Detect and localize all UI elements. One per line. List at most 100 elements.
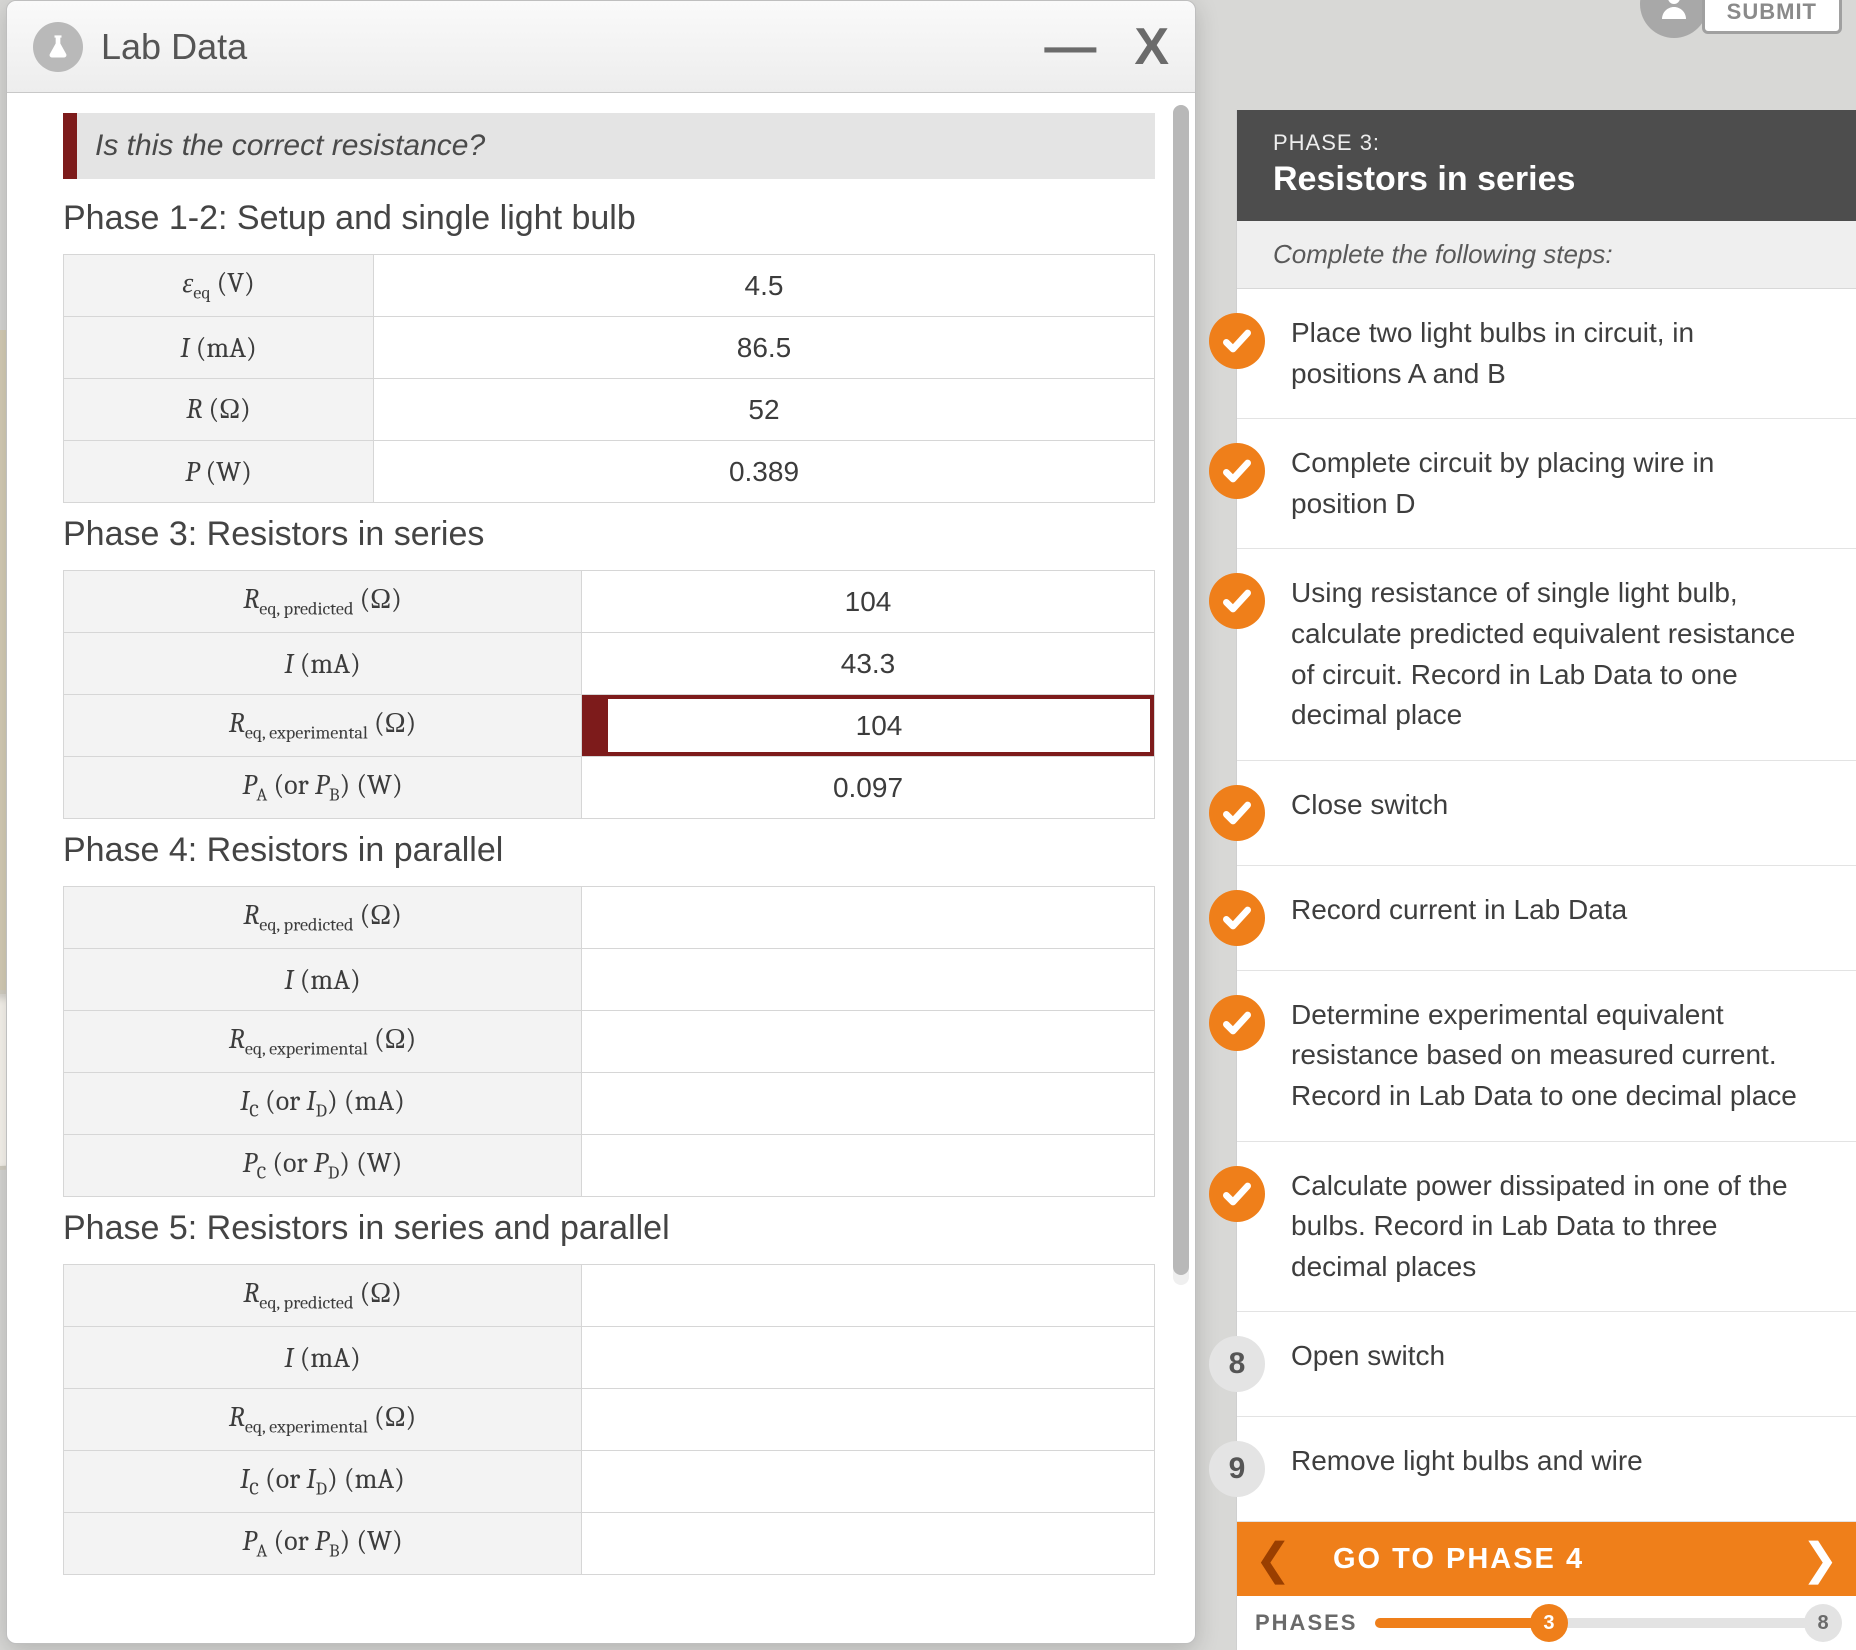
table-row: PC (or PD) (W) [64, 1135, 1155, 1197]
minimize-button[interactable]: — [1044, 21, 1096, 73]
step-text: Open switch [1291, 1336, 1465, 1377]
step-check-icon [1209, 313, 1265, 369]
step-check-icon [1209, 890, 1265, 946]
row-value[interactable] [582, 1073, 1155, 1135]
step-check-icon [1209, 995, 1265, 1051]
table-row: PA (or PB) (W)0.097 [64, 757, 1155, 819]
row-value[interactable] [582, 1011, 1155, 1073]
step-text: Remove light bulbs and wire [1291, 1441, 1663, 1482]
scrollbar-thumb[interactable] [1173, 105, 1189, 1275]
row-label: I (mA) [64, 1327, 582, 1389]
table-row: εeq (V)4.5 [64, 255, 1155, 317]
row-value[interactable]: 43.3 [582, 633, 1155, 695]
goto-phase-bar[interactable]: ❮ GO TO PHASE 4 ❯ [1237, 1522, 1856, 1596]
table-row: PA (or PB) (W) [64, 1513, 1155, 1575]
submit-button[interactable]: SUBMIT [1702, 0, 1842, 34]
table-row: Req, predicted (Ω) [64, 1265, 1155, 1327]
row-value[interactable] [582, 1135, 1155, 1197]
phase4-table: Req, predicted (Ω) I (mA) Req, experimen… [63, 886, 1155, 1197]
step-item: Complete circuit by placing wire in posi… [1237, 419, 1856, 549]
row-value[interactable] [582, 887, 1155, 949]
req-experimental-input[interactable]: 104 [604, 695, 1154, 756]
prev-phase-button[interactable]: ❮ [1237, 1534, 1309, 1585]
step-item: Using resistance of single light bulb, c… [1237, 549, 1856, 760]
phase-header: PHASE 3: Resistors in series [1237, 110, 1856, 221]
step-text: Record current in Lab Data [1291, 890, 1647, 931]
step-number-badge: 8 [1209, 1336, 1265, 1392]
lab-data-title: Lab Data [101, 26, 1026, 68]
step-check-icon [1209, 785, 1265, 841]
lab-data-header: Lab Data — X [7, 1, 1195, 93]
row-label: PA (or PB) (W) [64, 757, 582, 819]
row-value[interactable]: 0.389 [374, 441, 1155, 503]
phase-kicker: PHASE 3: [1273, 130, 1820, 156]
phase5-title: Phase 5: Resistors in series and paralle… [63, 1209, 1155, 1248]
row-label: I (mA) [64, 949, 582, 1011]
table-row: Req, experimental (Ω) [64, 1011, 1155, 1073]
active-input-cell[interactable]: 104 [582, 695, 1155, 757]
lab-data-body: Is this the correct resistance? Phase 1-… [7, 93, 1195, 1643]
table-row: R (Ω)52 [64, 379, 1155, 441]
table-row: I (mA)86.5 [64, 317, 1155, 379]
slider-track[interactable]: 3 8 [1375, 1618, 1838, 1628]
row-value[interactable] [582, 949, 1155, 1011]
row-value[interactable] [582, 1513, 1155, 1575]
phase12-table: εeq (V)4.5 I (mA)86.5 R (Ω)52 P (W)0.389 [63, 254, 1155, 503]
row-value[interactable] [582, 1265, 1155, 1327]
table-row: P (W)0.389 [64, 441, 1155, 503]
row-label: Req, predicted (Ω) [64, 571, 582, 633]
step-item: 9Remove light bulbs and wire [1237, 1417, 1856, 1522]
step-check-icon [1209, 443, 1265, 499]
close-button[interactable]: X [1134, 21, 1169, 73]
next-phase-button[interactable]: ❯ [1784, 1534, 1856, 1585]
step-text: Close switch [1291, 785, 1468, 826]
row-label: P (W) [64, 441, 374, 503]
slider-max: 8 [1804, 1604, 1842, 1642]
step-item: Determine experimental equivalent resist… [1237, 971, 1856, 1142]
row-value[interactable]: 104 [582, 571, 1155, 633]
instruction-bar: Complete the following steps: [1237, 221, 1856, 289]
phase-slider[interactable]: PHASES 3 8 [1237, 1596, 1856, 1650]
phase-title: Resistors in series [1273, 160, 1820, 199]
phase3-title: Phase 3: Resistors in series [63, 515, 1155, 554]
step-text: Determine experimental equivalent resist… [1291, 995, 1830, 1117]
row-label: Req, experimental (Ω) [64, 1011, 582, 1073]
table-row: I (mA)43.3 [64, 633, 1155, 695]
active-cell-marker [582, 695, 604, 756]
step-text: Using resistance of single light bulb, c… [1291, 573, 1830, 735]
steps-list: Place two light bulbs in circuit, in pos… [1237, 289, 1856, 1522]
step-number-badge: 9 [1209, 1441, 1265, 1497]
row-label: IC (or ID) (mA) [64, 1073, 582, 1135]
row-value[interactable] [582, 1451, 1155, 1513]
step-text: Complete circuit by placing wire in posi… [1291, 443, 1830, 524]
table-row: Req, experimental (Ω) 104 [64, 695, 1155, 757]
step-item: Calculate power dissipated in one of the… [1237, 1142, 1856, 1313]
reset-button[interactable] [1640, 0, 1708, 38]
row-value[interactable]: 4.5 [374, 255, 1155, 317]
flask-icon [33, 22, 83, 72]
phase-slider-label: PHASES [1255, 1610, 1357, 1636]
slider-fill [1375, 1618, 1548, 1628]
row-value[interactable]: 86.5 [374, 317, 1155, 379]
row-label: Req, predicted (Ω) [64, 1265, 582, 1327]
step-item: Close switch [1237, 761, 1856, 866]
phase12-title: Phase 1-2: Setup and single light bulb [63, 199, 1155, 238]
row-label: I (mA) [64, 317, 374, 379]
row-label: I (mA) [64, 633, 582, 695]
slider-knob[interactable]: 3 [1530, 1604, 1568, 1642]
row-value[interactable]: 0.097 [582, 757, 1155, 819]
steps-panel: PHASE 3: Resistors in series Complete th… [1236, 110, 1856, 1650]
step-item: 8Open switch [1237, 1312, 1856, 1417]
table-row: Req, predicted (Ω)104 [64, 571, 1155, 633]
goto-phase-label: GO TO PHASE 4 [1309, 1543, 1784, 1576]
row-label: PA (or PB) (W) [64, 1513, 582, 1575]
step-item: Place two light bulbs in circuit, in pos… [1237, 289, 1856, 419]
row-value[interactable] [582, 1389, 1155, 1451]
table-row: IC (or ID) (mA) [64, 1073, 1155, 1135]
table-row: I (mA) [64, 949, 1155, 1011]
lab-data-panel: Lab Data — X Is this the correct resista… [6, 0, 1196, 1644]
row-label: IC (or ID) (mA) [64, 1451, 582, 1513]
row-value[interactable]: 52 [374, 379, 1155, 441]
row-value[interactable] [582, 1327, 1155, 1389]
step-check-icon [1209, 1166, 1265, 1222]
